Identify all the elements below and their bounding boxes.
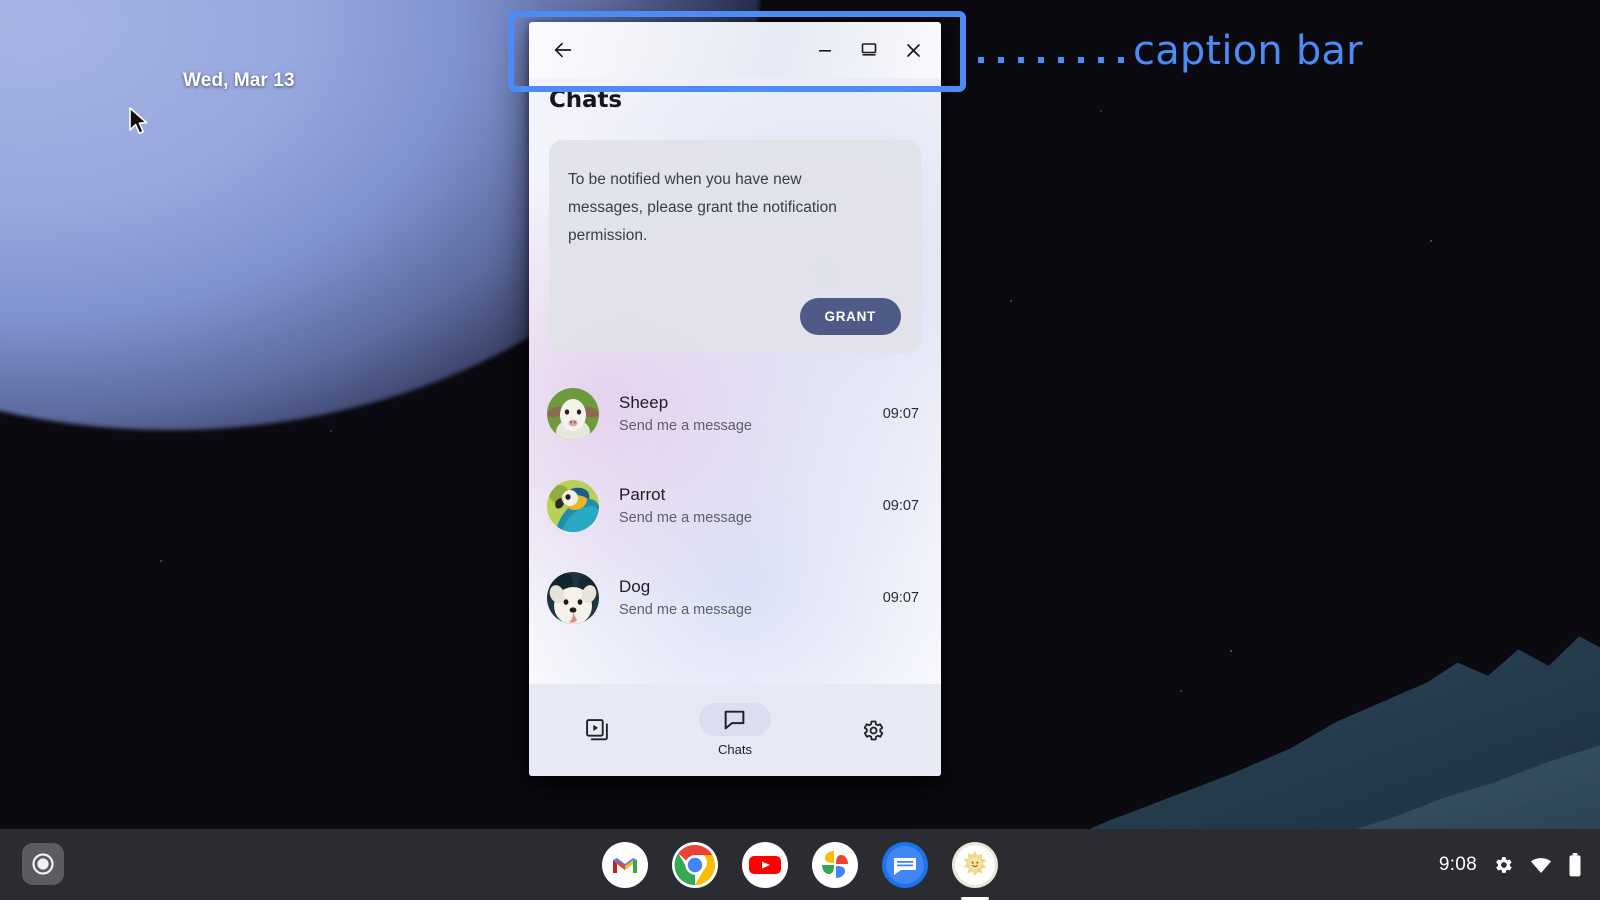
minimize-icon <box>819 50 831 52</box>
chat-contact-name: Parrot <box>619 485 666 504</box>
youtube-icon <box>742 841 788 888</box>
nav-pill-media <box>562 714 634 747</box>
annotation-label: caption bar <box>1133 28 1363 74</box>
system-shelf: 9:08 <box>0 829 1600 900</box>
shelf-app-photos[interactable] <box>812 841 858 888</box>
shelf-app-chat-app[interactable] <box>952 841 998 900</box>
gmail-icon <box>602 841 648 888</box>
sheep-avatar <box>547 388 599 440</box>
messages-icon <box>882 841 928 888</box>
arrow-left-icon <box>554 42 572 58</box>
gear-icon <box>863 720 884 740</box>
battery-icon[interactable] <box>1568 852 1582 878</box>
shelf-app-messages[interactable] <box>882 841 928 888</box>
back-button[interactable] <box>543 30 583 70</box>
sun-face-icon <box>952 841 998 888</box>
chat-list-item[interactable]: Sheep Send me a message 09:07 <box>529 368 941 460</box>
chat-preview-text: Send me a message <box>619 510 752 526</box>
chat-item-text: Dog Send me a message <box>599 574 883 622</box>
photos-icon <box>812 841 858 888</box>
tray-clock: 9:08 <box>1438 853 1477 875</box>
shelf-app-list <box>0 829 1600 900</box>
maximize-button[interactable] <box>847 30 891 70</box>
wifi-icon[interactable] <box>1529 853 1553 877</box>
media-library-icon <box>586 718 608 740</box>
close-icon <box>906 43 920 57</box>
window-caption-bar[interactable] <box>529 22 941 78</box>
shelf-app-chrome[interactable] <box>672 841 718 888</box>
status-tray[interactable]: 9:08 <box>1439 829 1582 900</box>
chat-item-text: Parrot Send me a message <box>599 482 883 530</box>
shelf-app-youtube[interactable] <box>742 841 788 888</box>
permission-message: To be notified when you have new message… <box>568 171 837 244</box>
chat-bubble-icon <box>725 710 745 730</box>
chat-contact-name: Sheep <box>619 393 669 412</box>
chrome-icon <box>672 841 718 888</box>
annotation-leader-line <box>978 57 1128 63</box>
chat-timestamp: 09:07 <box>882 498 919 514</box>
chat-list-item[interactable]: Dog Send me a message 09:07 <box>529 552 941 644</box>
chat-timestamp: 09:07 <box>882 590 919 606</box>
chat-timestamp: 09:07 <box>882 406 919 422</box>
nav-pill-chats <box>698 703 771 736</box>
grant-permission-button[interactable]: GRANT <box>799 298 901 335</box>
nav-pill-settings <box>836 714 908 747</box>
gear-icon[interactable] <box>1492 854 1514 876</box>
mouse-cursor <box>129 107 148 135</box>
parrot-avatar <box>547 480 599 532</box>
maximize-restore-icon <box>861 43 877 56</box>
page-title: Chats <box>549 87 622 113</box>
chat-list-item[interactable]: Parrot Send me a message 09:07 <box>529 460 941 552</box>
chat-preview-text: Send me a message <box>619 602 752 618</box>
nav-item-chats[interactable]: Chats <box>666 703 803 757</box>
bottom-navigation-bar: Chats <box>529 684 941 776</box>
close-button[interactable] <box>891 30 935 70</box>
minimize-button[interactable] <box>803 30 847 70</box>
chat-item-text: Sheep Send me a message <box>599 390 883 438</box>
app-content-area: Chats To be notified when you have new m… <box>529 78 941 776</box>
chat-preview-text: Send me a message <box>619 418 752 434</box>
nav-item-media[interactable] <box>529 714 666 747</box>
notification-permission-card: To be notified when you have new message… <box>549 140 921 353</box>
nav-label-chats: Chats <box>718 742 752 757</box>
shelf-app-gmail[interactable] <box>602 841 648 888</box>
chat-contact-name: Dog <box>619 577 651 596</box>
chat-app-window: Chats To be notified when you have new m… <box>529 22 941 776</box>
desktop-date: Wed, Mar 13 <box>183 70 295 91</box>
chat-list: Sheep Send me a message 09:07 Parrot Sen… <box>529 368 941 644</box>
nav-item-settings[interactable] <box>804 714 941 747</box>
active-app-indicator <box>961 896 989 900</box>
dog-avatar <box>547 572 599 624</box>
